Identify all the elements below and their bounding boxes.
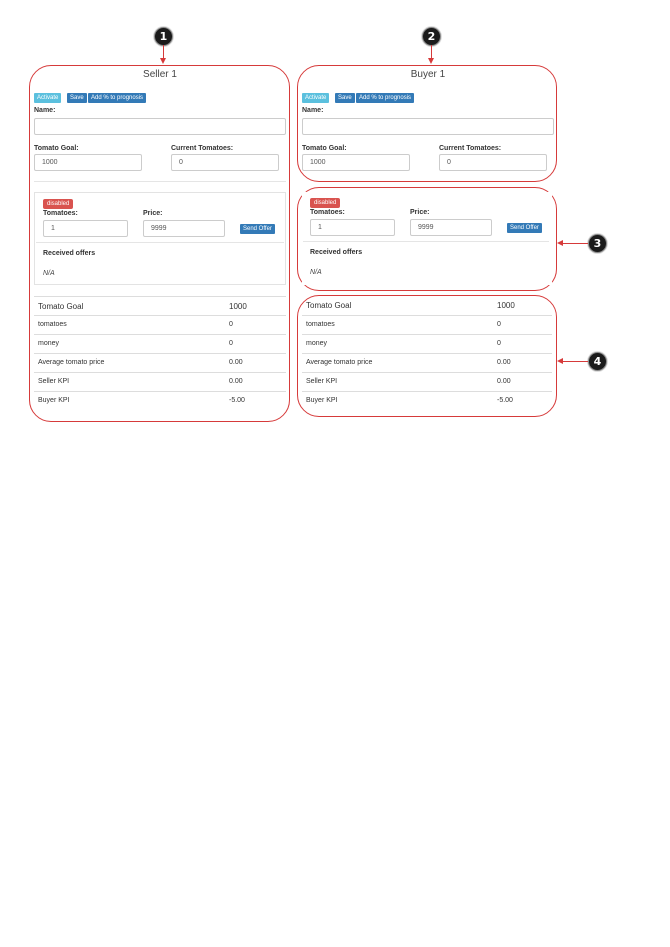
buyer-current-label: Current Tomatoes: [439, 145, 502, 152]
callout-3-arrowhead [557, 240, 563, 246]
stat-value: 0.00 [497, 378, 511, 385]
callout-2-leader [431, 45, 432, 59]
seller-disabled-badge: disabled [43, 199, 74, 209]
buyer-goal-label: Tomato Goal: [302, 145, 347, 152]
stat-label: money [306, 340, 328, 347]
table-row: money 0 [34, 334, 286, 353]
table-row: Buyer KPI -5.00 [34, 391, 286, 410]
stat-label: money [38, 340, 60, 347]
seller-activate-button[interactable]: Activate [34, 93, 62, 103]
callout-1-arrowhead [160, 58, 166, 64]
stat-value: 1000 [497, 301, 515, 310]
table-row: tomatoes 0 [34, 315, 286, 334]
seller-title: Seller 1 [143, 69, 177, 80]
seller-offer-divider [36, 242, 284, 243]
stat-label: Average tomato price [306, 359, 373, 366]
buyer-offer-divider [303, 241, 549, 242]
buyer-stats-table: Tomato Goal 1000 tomatoes 0 money 0 Average… [302, 296, 552, 414]
table-row: money 0 [302, 334, 552, 353]
seller-current-input[interactable]: 0 [171, 154, 279, 171]
buyer-received-offers-heading: Received offers [310, 249, 363, 256]
stat-value: 0.00 [229, 378, 243, 385]
seller-divider [34, 181, 286, 182]
buyer-title: Buyer 1 [410, 69, 446, 80]
stat-value: 0.00 [229, 359, 243, 366]
stat-label: Average tomato price [38, 359, 105, 366]
buyer-name-input[interactable] [302, 118, 554, 135]
stat-label: Buyer KPI [38, 397, 70, 404]
table-row: tomatoes 0 [302, 315, 552, 334]
buyer-price-label: Price: [410, 209, 430, 216]
buyer-offer-section: disabled Tomatoes: 1 Price: 9999 Send Of… [302, 192, 552, 285]
seller-goal-label: Tomato Goal: [34, 145, 79, 152]
buyer-goal-input[interactable]: 1000 [302, 154, 410, 171]
callout-3: 3 [588, 234, 607, 253]
seller-price-label: Price: [143, 210, 163, 217]
stat-value: 0 [497, 321, 501, 328]
buyer-tomatoes-label: Tomatoes: [310, 209, 345, 216]
callout-1: 1 [154, 27, 173, 46]
seller-tomatoes-label: Tomatoes: [43, 210, 78, 217]
buyer-disabled-badge: disabled [310, 198, 341, 208]
stat-value: -5.00 [497, 397, 513, 404]
seller-goal-input[interactable]: 1000 [34, 154, 142, 171]
buyer-received-offers-value: N/A [310, 269, 322, 276]
seller-name-input[interactable] [34, 118, 286, 135]
stat-value: 1000 [229, 302, 247, 311]
table-row: Average tomato price 0.00 [34, 353, 286, 372]
callout-3-leader [562, 243, 588, 244]
seller-send-offer-button[interactable]: Send Offer [240, 224, 275, 234]
seller-received-offers-value: N/A [43, 270, 55, 277]
stat-value: 0 [229, 340, 233, 347]
table-row: Tomato Goal 1000 [302, 296, 552, 315]
seller-offer-section: disabled Tomatoes: 1 Price: 9999 Send Of… [34, 192, 286, 285]
seller-stats-table: Tomato Goal 1000 tomatoes 0 money 0 Average… [34, 296, 286, 414]
buyer-activate-button[interactable]: Activate [302, 93, 330, 103]
stat-label: Seller KPI [38, 378, 70, 385]
callout-2-arrowhead [428, 58, 434, 64]
buyer-name-label: Name: [302, 107, 324, 114]
callout-1-leader [163, 45, 164, 59]
stat-label: tomatoes [38, 321, 67, 328]
buyer-save-button[interactable]: Save [335, 93, 355, 103]
buyer-current-input[interactable]: 0 [439, 154, 547, 171]
stat-value: 0.00 [497, 359, 511, 366]
stat-label: Tomato Goal [306, 301, 352, 310]
seller-current-label: Current Tomatoes: [171, 145, 234, 152]
seller-price-input[interactable]: 9999 [143, 220, 225, 237]
seller-save-button[interactable]: Save [67, 93, 87, 103]
buyer-add-prognosis-button[interactable]: Add % to prognosis [356, 93, 415, 103]
table-row: Seller KPI 0.00 [302, 372, 552, 391]
stat-value: 0 [497, 340, 501, 347]
callout-4: 4 [588, 352, 607, 371]
seller-received-offers-heading: Received offers [43, 250, 96, 257]
callout-4-leader [562, 361, 588, 362]
table-row: Seller KPI 0.00 [34, 372, 286, 391]
stat-label: Seller KPI [306, 378, 338, 385]
table-row: Average tomato price 0.00 [302, 353, 552, 372]
buyer-price-input[interactable]: 9999 [410, 219, 492, 236]
stat-value: -5.00 [229, 397, 245, 404]
table-row: Tomato Goal 1000 [34, 296, 286, 315]
table-row: Buyer KPI -5.00 [302, 391, 552, 410]
stat-label: tomatoes [306, 321, 335, 328]
stat-value: 0 [229, 321, 233, 328]
seller-add-prognosis-button[interactable]: Add % to prognosis [88, 93, 147, 103]
stat-label: Buyer KPI [306, 397, 338, 404]
stat-label: Tomato Goal [38, 302, 84, 311]
callout-2: 2 [422, 27, 441, 46]
buyer-tomatoes-input[interactable]: 1 [310, 219, 395, 236]
seller-name-label: Name: [34, 107, 56, 114]
buyer-send-offer-button[interactable]: Send Offer [507, 223, 542, 233]
callout-4-arrowhead [557, 358, 563, 364]
seller-tomatoes-input[interactable]: 1 [43, 220, 128, 237]
